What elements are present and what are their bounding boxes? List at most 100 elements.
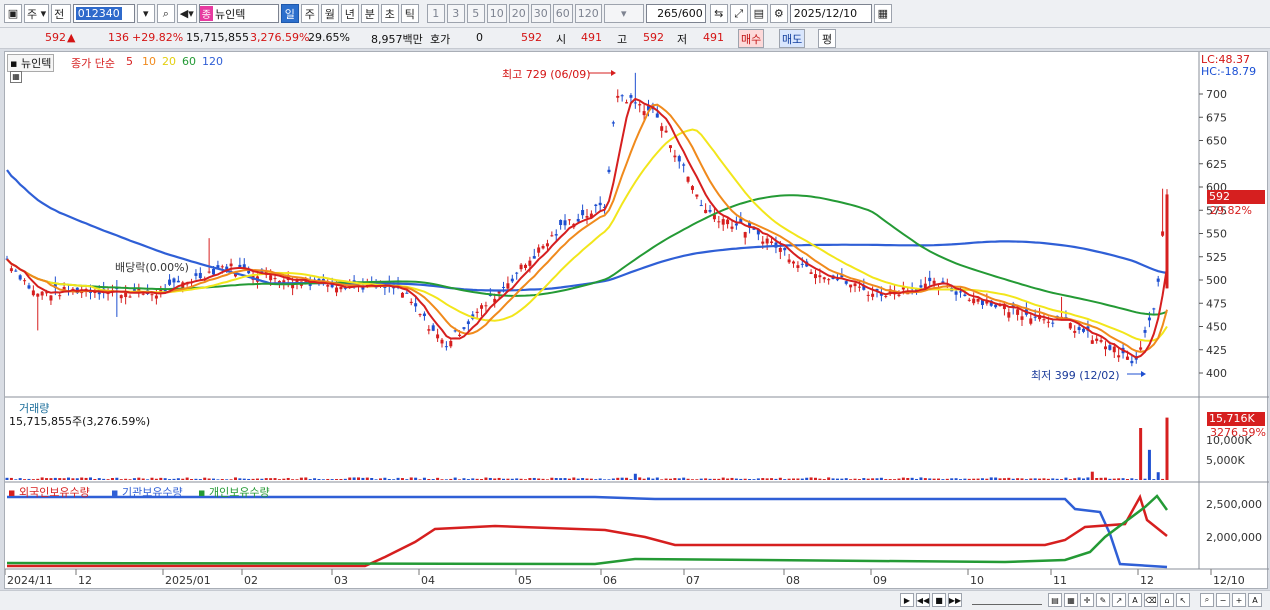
sell-button[interactable]: 매도 — [779, 29, 806, 48]
layout-icon[interactable]: ▤ — [1048, 593, 1062, 607]
y-tick-label-8: 500 — [1206, 274, 1227, 287]
x-tick-label-8: 07 — [686, 574, 700, 587]
interval-60-button[interactable]: 60 — [552, 4, 573, 23]
volume-bar — [45, 478, 49, 480]
interval-select[interactable]: ▾ — [603, 4, 644, 23]
trend-icon[interactable]: ↗ — [1112, 593, 1126, 607]
chart-canvas[interactable]: 7006756506256005755505255004754504254001… — [5, 52, 1269, 590]
volume-bar — [339, 478, 343, 480]
candle-body — [1112, 346, 1116, 353]
volume-bar — [844, 478, 848, 480]
zoom-slider[interactable] — [972, 595, 1042, 605]
stock-name-field[interactable]: 종 뉴인텍 — [198, 4, 279, 23]
volume-bar — [633, 473, 637, 480]
grid-icon[interactable]: ▦ — [1064, 593, 1078, 607]
volume-bar — [458, 479, 462, 480]
period-second-button[interactable]: 초 — [380, 4, 399, 23]
interval-1-button[interactable]: 1 — [426, 4, 445, 23]
eval-button[interactable]: 평 — [818, 29, 836, 48]
candle-body — [633, 102, 637, 104]
interval-3-button[interactable]: 3 — [446, 4, 465, 23]
volume-bar — [928, 478, 932, 480]
interval-5-button[interactable]: 5 — [466, 4, 485, 23]
chart-area[interactable]: 700 675 650 625 600 575 550 525 500 475 450 425 400 1… — [4, 51, 1269, 590]
code-dropdown-icon[interactable]: ▾ — [136, 4, 155, 23]
candle-body — [844, 281, 848, 284]
stock-code-input[interactable]: 012340 — [72, 4, 135, 23]
candle-body — [919, 285, 923, 288]
period-type-select[interactable]: 주 ▾ — [24, 4, 50, 23]
volume-bar — [1051, 478, 1055, 480]
volume-bar — [1103, 477, 1107, 480]
draw-icon[interactable]: ✎ — [1096, 593, 1110, 607]
x-tick-label-2: 2025/01 — [165, 574, 211, 587]
date-input[interactable]: 2025/12/10 — [789, 4, 872, 23]
volume-bar — [1064, 477, 1068, 480]
volume-bar — [233, 477, 237, 480]
candle-body — [809, 272, 813, 274]
forward-icon[interactable]: ▶▶ — [948, 593, 962, 607]
period-day-button[interactable]: 일 — [280, 4, 299, 23]
interval-10-button[interactable]: 10 — [486, 4, 507, 23]
candle-body — [194, 273, 198, 276]
candle-body — [1068, 323, 1072, 329]
volume-bar — [185, 477, 189, 480]
gear-icon[interactable]: ⚙ — [769, 4, 788, 23]
volume-value: 15,715,855 — [186, 31, 249, 44]
volume-bar — [282, 478, 286, 480]
candle-body — [690, 186, 694, 190]
candle-body — [1156, 278, 1160, 282]
compare-icon[interactable]: ⇆ — [709, 4, 728, 23]
data-count-total: /600 — [678, 7, 703, 20]
interval-20-button[interactable]: 20 — [508, 4, 529, 23]
magnifier-icon[interactable]: ⌕ — [1200, 593, 1214, 607]
candle-body — [1095, 338, 1099, 341]
zoom-out-icon[interactable]: − — [1216, 593, 1230, 607]
candle-body — [1117, 355, 1121, 358]
individual-holdings-legend[interactable]: ▪ 개인보유수량 — [198, 484, 270, 500]
foreign-holdings-legend[interactable]: ▪ 외국인보유수량 — [8, 484, 90, 500]
calendar-icon[interactable]: ▦ — [873, 4, 892, 23]
save-icon[interactable]: ▤ — [749, 4, 768, 23]
data-count-field[interactable]: 265/600 — [645, 4, 706, 23]
volume-bar — [304, 477, 308, 480]
volume-bar — [110, 477, 114, 480]
candle-body — [576, 218, 580, 222]
eraser-icon[interactable]: ⌫ — [1144, 593, 1158, 607]
play-icon[interactable]: ▶ — [900, 593, 914, 607]
candle-body — [625, 102, 629, 104]
speaker-icon[interactable]: ◀▾ — [176, 4, 197, 23]
cursor-icon[interactable]: ↖ — [1176, 593, 1190, 607]
period-month-button[interactable]: 월 — [320, 4, 339, 23]
interval-120-button[interactable]: 120 — [574, 4, 602, 23]
stock-code-value: 012340 — [75, 7, 122, 20]
table-icon[interactable]: ▦ — [10, 71, 22, 83]
current-price-marker: 592 — [1207, 190, 1265, 204]
volume-bar — [704, 478, 708, 480]
institution-holdings-legend[interactable]: ▪ 기관보유수량 — [111, 484, 183, 500]
scale-icon[interactable]: ⤢ — [729, 4, 748, 23]
rewind-icon[interactable]: ◀◀ — [916, 593, 930, 607]
text-icon[interactable]: A — [1128, 593, 1142, 607]
volume-bar — [484, 477, 488, 480]
font-size-icon[interactable]: A — [1248, 593, 1262, 607]
interval-30-button[interactable]: 30 — [530, 4, 551, 23]
crosshair-icon[interactable]: ✛ — [1080, 593, 1094, 607]
zoom-in-icon[interactable]: + — [1232, 593, 1246, 607]
current-price: 592 — [45, 31, 66, 44]
chart-menu-icon[interactable]: ▣ — [4, 4, 22, 23]
panel-stock-name[interactable]: ▪ 뉴인텍 — [7, 54, 55, 72]
period-minute-button[interactable]: 분 — [360, 4, 379, 23]
buy-button[interactable]: 매수 — [738, 29, 765, 48]
volume-bar — [176, 478, 180, 480]
candle-body — [207, 271, 211, 273]
stop-icon[interactable]: ■ — [932, 593, 946, 607]
volume-bar — [901, 477, 905, 480]
market-select[interactable]: 전 — [51, 4, 71, 23]
home-icon[interactable]: ⌂ — [1160, 593, 1174, 607]
period-year-button[interactable]: 년 — [340, 4, 359, 23]
volume-bar — [576, 478, 580, 480]
period-tick-button[interactable]: 틱 — [400, 4, 419, 23]
period-week-button[interactable]: 주 — [300, 4, 319, 23]
search-icon[interactable]: ⌕ — [156, 4, 175, 23]
